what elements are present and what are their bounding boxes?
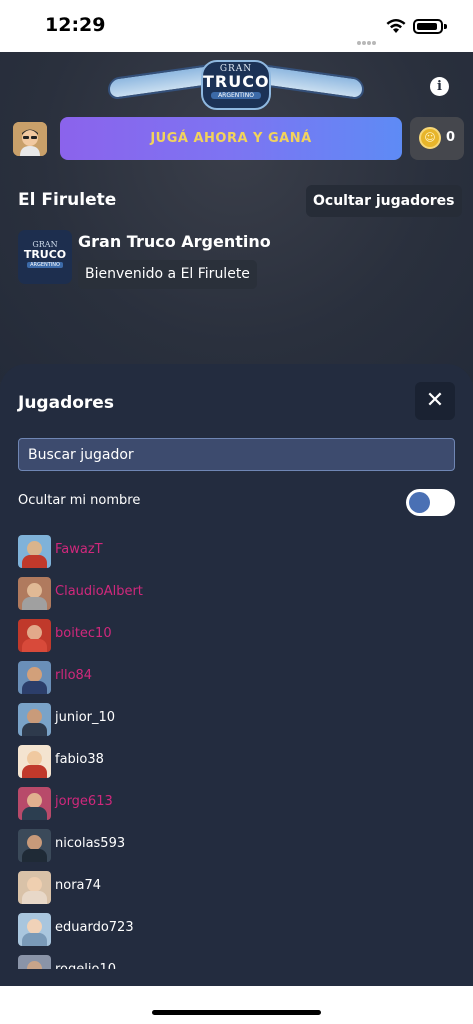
player-avatar-body: [22, 723, 47, 736]
message-text: Bienvenido a El Firulete: [78, 260, 257, 289]
wifi-icon: [386, 19, 406, 33]
message-avatar: GRAN TRUCO ARGENTINO: [18, 230, 72, 284]
player-avatar: [18, 955, 51, 969]
player-avatar-face: [27, 877, 42, 892]
message-author: Gran Truco Argentino: [78, 232, 271, 251]
player-avatar-face: [27, 667, 42, 682]
close-button[interactable]: ✕: [415, 382, 455, 420]
coins-count: 0: [446, 130, 456, 145]
play-now-button[interactable]: JUGÁ AHORA Y GANÁ: [60, 117, 402, 160]
signal-icon: [357, 30, 379, 45]
list-item[interactable]: eduardo723: [18, 911, 458, 953]
search-player-input[interactable]: [18, 438, 455, 471]
message-avatar-truco: TRUCO: [23, 248, 67, 261]
player-avatar-body: [22, 933, 47, 946]
player-avatar-face: [27, 583, 42, 598]
player-avatar-body: [22, 555, 47, 568]
list-item[interactable]: FawazT: [18, 533, 458, 575]
player-avatar-face: [27, 793, 42, 808]
player-name: nicolas593: [55, 836, 126, 851]
player-avatar-face: [27, 835, 42, 850]
player-avatar-body: [22, 681, 47, 694]
gran-truco-logo: GRAN TRUCO ARGENTINO: [108, 60, 364, 112]
players-list[interactable]: FawazT ClaudioAlbert boitec10 rllo84 junior_…: [18, 533, 458, 969]
app-screen: GRAN TRUCO ARGENTINO i JUGÁ AHORA Y GANÁ…: [0, 52, 473, 986]
player-avatar-face: [27, 919, 42, 934]
list-item[interactable]: jorge613: [18, 785, 458, 827]
players-title: Jugadores: [18, 393, 114, 413]
status-time: 12:29: [45, 14, 106, 36]
hide-players-button[interactable]: Ocultar jugadores: [306, 185, 462, 217]
player-avatar-body: [22, 639, 47, 652]
player-avatar-body: [22, 891, 47, 904]
logo-truco: TRUCO: [203, 72, 270, 91]
close-icon: ✕: [425, 388, 445, 413]
home-area: [0, 986, 473, 1024]
logo-argentino: ARGENTINO: [211, 92, 261, 99]
list-item[interactable]: ClaudioAlbert: [18, 575, 458, 617]
list-item[interactable]: junior_10: [18, 701, 458, 743]
player-name: junior_10: [55, 710, 116, 725]
home-indicator[interactable]: [152, 1010, 321, 1015]
player-name: FawazT: [55, 542, 103, 557]
coins-balance[interactable]: ☺ 0: [410, 117, 464, 160]
player-avatar-face: [27, 751, 42, 766]
hide-my-name-label: Ocultar mi nombre: [18, 493, 141, 508]
player-avatar-face: [27, 625, 42, 640]
player-avatar-face: [27, 541, 42, 556]
player-avatar-face: [27, 961, 42, 969]
list-item[interactable]: rogelio10: [18, 953, 458, 969]
logo-badge: GRAN TRUCO ARGENTINO: [201, 60, 271, 110]
player-name: boitec10: [55, 626, 112, 641]
status-bar: 12:29: [0, 0, 473, 52]
info-icon[interactable]: i: [430, 77, 449, 96]
battery-icon: [413, 19, 447, 34]
player-avatar: [18, 703, 51, 736]
player-avatar-body: [22, 849, 47, 862]
user-avatar-icon: [13, 122, 47, 156]
player-avatar-body: [22, 765, 47, 778]
player-avatar-body: [22, 597, 47, 610]
message-avatar-argentino: ARGENTINO: [27, 262, 63, 268]
player-avatar: [18, 619, 51, 652]
list-item[interactable]: nora74: [18, 869, 458, 911]
player-name: fabio38: [55, 752, 104, 767]
hide-my-name-toggle[interactable]: [406, 489, 455, 516]
player-avatar: [18, 661, 51, 694]
player-name: ClaudioAlbert: [55, 584, 143, 599]
list-item[interactable]: boitec10: [18, 617, 458, 659]
player-name: eduardo723: [55, 920, 134, 935]
players-sheet: Jugadores ✕ Ocultar mi nombre FawazT Clau…: [0, 364, 473, 986]
avatar[interactable]: [13, 122, 47, 156]
player-name: nora74: [55, 878, 102, 893]
player-avatar: [18, 871, 51, 904]
player-avatar: [18, 577, 51, 610]
player-name: rogelio10: [55, 962, 116, 969]
player-avatar: [18, 913, 51, 946]
player-avatar-face: [27, 709, 42, 724]
player-avatar: [18, 787, 51, 820]
player-name: rllo84: [55, 668, 93, 683]
player-avatar: [18, 829, 51, 862]
list-item[interactable]: nicolas593: [18, 827, 458, 869]
player-avatar-body: [22, 807, 47, 820]
room-title: El Firulete: [18, 190, 117, 210]
player-avatar: [18, 535, 51, 568]
player-avatar: [18, 745, 51, 778]
list-item[interactable]: fabio38: [18, 743, 458, 785]
list-item[interactable]: rllo84: [18, 659, 458, 701]
player-name: jorge613: [55, 794, 113, 809]
toggle-knob: [409, 492, 430, 513]
coin-icon: ☺: [419, 127, 441, 149]
